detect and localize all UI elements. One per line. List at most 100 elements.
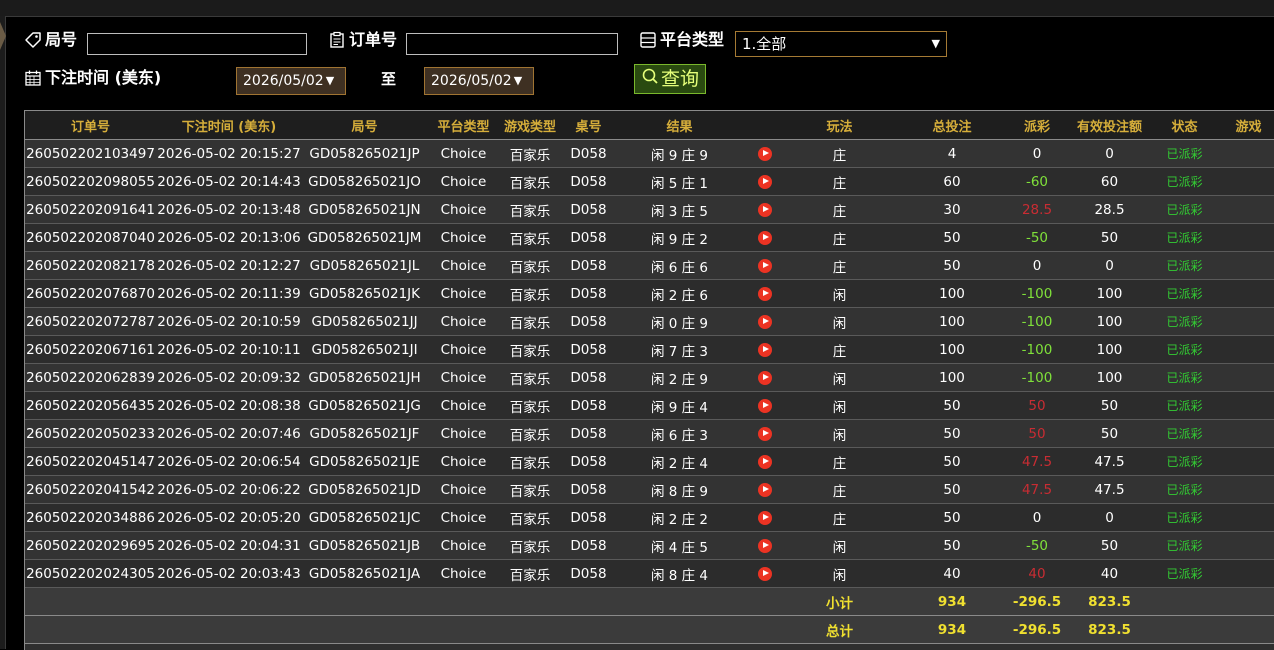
total-bet-cell: 50 xyxy=(892,531,1012,560)
valid-bet-cell: 47.5 xyxy=(1062,447,1157,476)
play-video-icon[interactable] xyxy=(757,230,772,245)
bet-time-cell: 2026-05-02 20:14:43 xyxy=(156,167,302,196)
game-type-cell: 百家乐 xyxy=(500,419,560,448)
status-cell: 已派彩 xyxy=(1157,363,1212,392)
bet-option-cell: 庄 xyxy=(787,475,892,504)
bet-time-cell: 2026-05-02 20:05:20 xyxy=(156,503,302,532)
bet-time-cell: 2026-05-02 20:09:32 xyxy=(156,363,302,392)
valid-bet-cell: 100 xyxy=(1062,335,1157,364)
status-cell: 已派彩 xyxy=(1157,391,1212,420)
subtotal-row-valid-bet: 823.5 xyxy=(1062,587,1157,616)
table-row: 260502202024305 2026-05-02 20:03:43 GD0582… xyxy=(25,559,1274,588)
game-cell xyxy=(1212,279,1274,308)
order-input[interactable] xyxy=(406,33,618,55)
bet-time-cell: 2026-05-02 20:07:46 xyxy=(156,419,302,448)
empty-cell xyxy=(500,615,560,644)
order-number-cell: 260502202041542 xyxy=(25,475,156,504)
play-video-icon[interactable] xyxy=(757,286,772,301)
payout-cell: 28.5 xyxy=(1012,195,1062,224)
result-cell: 闲 7 庄 3 xyxy=(617,335,742,364)
game-cell xyxy=(1212,475,1274,504)
bet-option-cell: 庄 xyxy=(787,335,892,364)
date-from-select[interactable]: 2026/05/02 ▼ xyxy=(236,67,346,95)
play-video-icon[interactable] xyxy=(757,202,772,217)
order-number-cell: 260502202087040 xyxy=(25,223,156,252)
play-video-icon[interactable] xyxy=(757,398,772,413)
payout-cell: -100 xyxy=(1012,363,1062,392)
table-row: 260502202045147 2026-05-02 20:06:54 GD0582… xyxy=(25,447,1274,476)
round-input[interactable] xyxy=(87,33,307,55)
table-number-cell: D058 xyxy=(560,447,617,476)
game-type-cell: 百家乐 xyxy=(500,559,560,588)
table-row: 260502202034886 2026-05-02 20:05:20 GD0582… xyxy=(25,503,1274,532)
play-video-icon[interactable] xyxy=(757,510,772,525)
table-number-cell: D058 xyxy=(560,559,617,588)
query-button[interactable]: 查询 xyxy=(634,64,707,94)
replay-cell xyxy=(742,531,787,560)
replay-cell xyxy=(742,139,787,168)
game-type-cell: 百家乐 xyxy=(500,531,560,560)
play-video-icon[interactable] xyxy=(757,426,772,441)
play-video-icon[interactable] xyxy=(757,146,772,161)
table-number-cell: D058 xyxy=(560,531,617,560)
date-to-select[interactable]: 2026/05/02 ▼ xyxy=(424,67,534,95)
valid-bet-cell: 47.5 xyxy=(1062,475,1157,504)
play-video-icon[interactable] xyxy=(757,174,772,189)
play-video-icon[interactable] xyxy=(757,370,772,385)
replay-cell xyxy=(742,335,787,364)
platform-cell: Choice xyxy=(427,279,500,308)
valid-bet-cell: 0 xyxy=(1062,139,1157,168)
game-cell xyxy=(1212,335,1274,364)
total-bet-cell: 50 xyxy=(892,475,1012,504)
game-type-cell: 百家乐 xyxy=(500,391,560,420)
payout-cell: 0 xyxy=(1012,139,1062,168)
dropdown-arrow-icon: ▼ xyxy=(325,74,335,87)
game-type-cell: 百家乐 xyxy=(500,363,560,392)
play-video-icon[interactable] xyxy=(757,454,772,469)
column-header: 派彩 xyxy=(1012,111,1062,140)
status-cell: 已派彩 xyxy=(1157,335,1212,364)
left-edge-panel xyxy=(0,16,6,649)
platform-cell: Choice xyxy=(427,363,500,392)
valid-bet-cell: 40 xyxy=(1062,559,1157,588)
status-cell: 已派彩 xyxy=(1157,167,1212,196)
game-cell xyxy=(1212,307,1274,336)
payout-cell: -100 xyxy=(1012,307,1062,336)
total-row-valid-bet: 823.5 xyxy=(1062,615,1157,644)
table-number-cell: D058 xyxy=(560,251,617,280)
order-number-cell: 260502202103497 xyxy=(25,139,156,168)
play-video-icon[interactable] xyxy=(757,566,772,581)
replay-cell xyxy=(742,559,787,588)
order-number-cell: 260502202072787 xyxy=(25,307,156,336)
table-number-cell: D058 xyxy=(560,307,617,336)
bet-option-cell: 庄 xyxy=(787,447,892,476)
empty-cell xyxy=(1212,615,1274,644)
status-cell: 已派彩 xyxy=(1157,195,1212,224)
payout-cell: -50 xyxy=(1012,531,1062,560)
valid-bet-cell: 50 xyxy=(1062,419,1157,448)
payout-cell: -100 xyxy=(1012,279,1062,308)
platform-select[interactable]: 1.全部 ▼ xyxy=(735,31,947,57)
empty-cell xyxy=(302,587,427,616)
play-video-icon[interactable] xyxy=(757,314,772,329)
order-label-text: 订单号 xyxy=(349,30,398,49)
play-video-icon[interactable] xyxy=(757,342,772,357)
column-header: 状态 xyxy=(1157,111,1212,140)
game-type-cell: 百家乐 xyxy=(500,223,560,252)
date-to-value: 2026/05/02 xyxy=(431,73,512,89)
play-video-icon[interactable] xyxy=(757,258,772,273)
result-cell: 闲 5 庄 1 xyxy=(617,167,742,196)
bet-option-cell: 闲 xyxy=(787,279,892,308)
table-row: 260502202076870 2026-05-02 20:11:39 GD0582… xyxy=(25,279,1274,308)
play-video-icon[interactable] xyxy=(757,538,772,553)
bet-option-cell: 庄 xyxy=(787,503,892,532)
round-number-cell: GD058265021JA xyxy=(302,559,427,588)
bet-time-cell: 2026-05-02 20:10:59 xyxy=(156,307,302,336)
play-video-icon[interactable] xyxy=(757,482,772,497)
result-cell: 闲 8 庄 9 xyxy=(617,475,742,504)
column-header: 订单号 xyxy=(25,111,156,140)
replay-cell xyxy=(742,363,787,392)
left-panel-toggle[interactable] xyxy=(0,22,6,50)
bet-option-cell: 庄 xyxy=(787,251,892,280)
replay-cell xyxy=(742,167,787,196)
